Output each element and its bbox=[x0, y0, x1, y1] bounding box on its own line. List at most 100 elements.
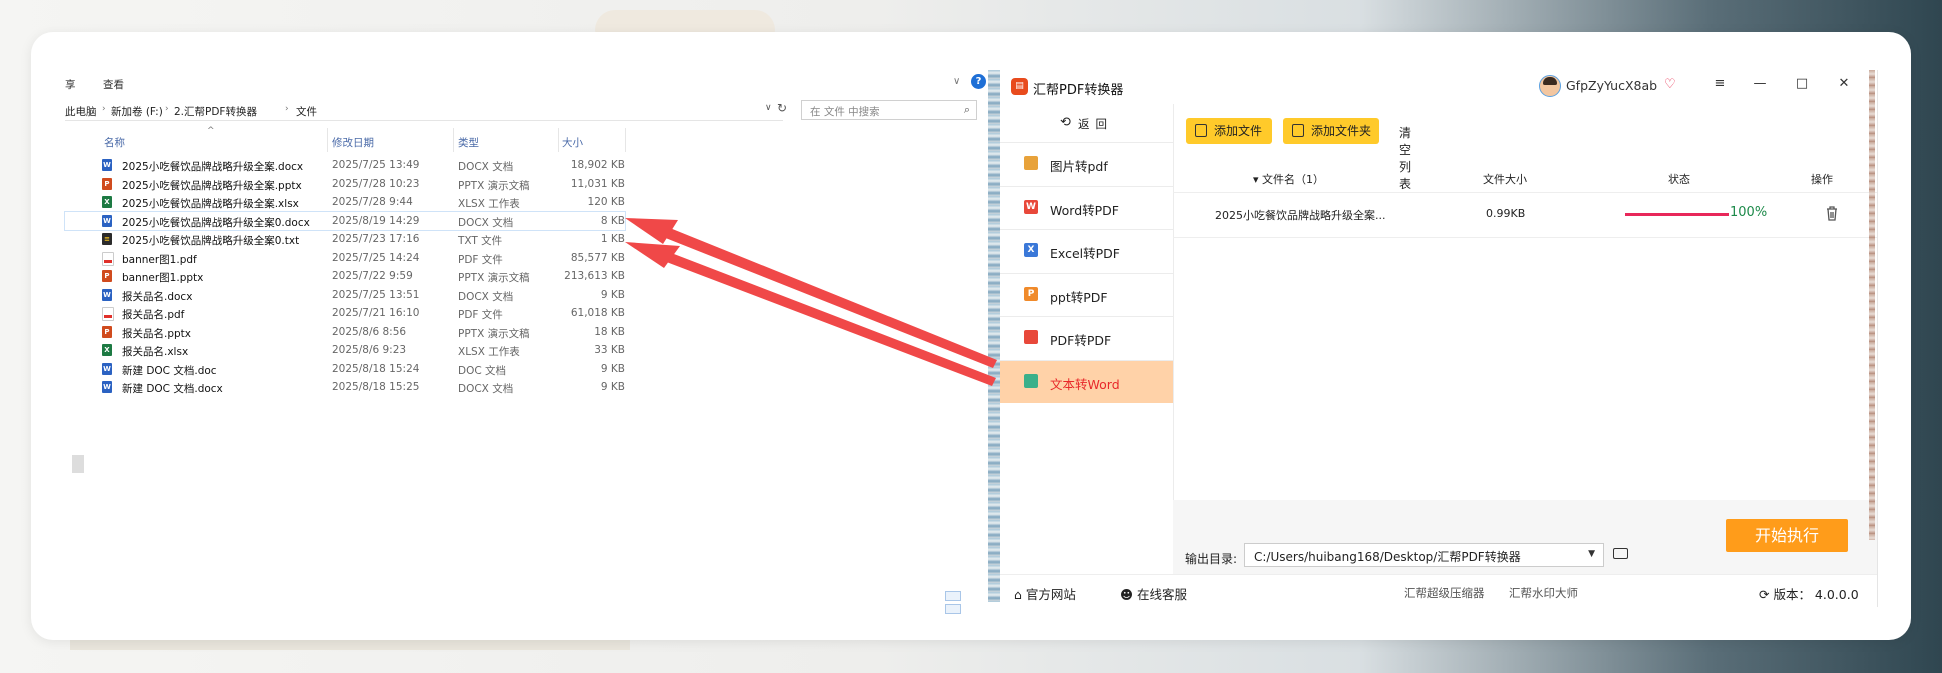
chevron-down-icon[interactable]: ∨ bbox=[765, 103, 772, 113]
background-strip bbox=[1869, 70, 1875, 540]
menu-view[interactable]: 查看 bbox=[103, 77, 124, 92]
column-divider[interactable] bbox=[327, 128, 328, 152]
pptx-file-icon: P bbox=[102, 325, 112, 338]
file-row[interactable]: W 新建 DOC 文档.doc 2025/8/18 15:24 DOC 文档 9 KB bbox=[65, 360, 625, 379]
website-link[interactable]: ⌂ 官方网站 bbox=[1014, 584, 1076, 603]
help-icon[interactable]: ? bbox=[971, 74, 986, 89]
column-divider[interactable] bbox=[453, 128, 454, 152]
footer-bar: ⌂ 官方网站 ☻ 在线客服 汇帮超级压缩器 汇帮水印大师 ⟳ 版本： 4.0.0… bbox=[1000, 574, 1877, 608]
file-row[interactable]: X 2025小吃餐饮品牌战略升级全案.xlsx 2025/7/28 9:44 XLSX… bbox=[65, 193, 625, 212]
add-file-button[interactable]: 添加文件 bbox=[1186, 118, 1272, 144]
app-title: 汇帮PDF转换器 bbox=[1033, 83, 1124, 98]
breadcrumb-drive[interactable]: 新加卷 (F:) bbox=[111, 104, 163, 119]
trash-icon[interactable] bbox=[1825, 205, 1839, 221]
refresh-icon[interactable]: ↻ bbox=[777, 101, 787, 115]
column-header-date[interactable]: 修改日期 bbox=[332, 135, 374, 150]
file-name: 报关品名.pptx bbox=[122, 327, 191, 340]
add-folder-label: 添加文件夹 bbox=[1311, 124, 1372, 138]
file-row[interactable]: Pbanner图1.pptx 2025/7/22 9:59 PPTX 演示文稿 213… bbox=[65, 267, 625, 286]
file-date: 2025/8/6 8:56 bbox=[332, 325, 407, 338]
nav-item[interactable]: X Excel转PDF bbox=[1000, 229, 1173, 272]
file-list: W 2025小吃餐饮品牌战略升级全案.docx 2025/7/25 13:49 DOC… bbox=[64, 156, 626, 397]
output-dir-select[interactable]: C:/Users/huibang168/Desktop/汇帮PDF转换器 ▼ bbox=[1244, 543, 1604, 567]
breadcrumb-separator-icon: › bbox=[102, 104, 106, 114]
breadcrumb-this-pc[interactable]: 此电脑 bbox=[65, 104, 97, 119]
nav-label: Word转PDF bbox=[1050, 202, 1119, 218]
details-view-icon[interactable] bbox=[945, 591, 961, 601]
file-name: banner图1.pptx bbox=[122, 272, 204, 284]
open-folder-icon[interactable] bbox=[1613, 548, 1628, 559]
add-folder-button[interactable]: 添加文件夹 bbox=[1283, 118, 1379, 144]
version-info[interactable]: ⟳ 版本： 4.0.0.0 bbox=[1759, 584, 1859, 603]
file-name: 报关品名.pdf bbox=[122, 309, 185, 321]
back-label: 返回 bbox=[1078, 117, 1113, 131]
nav-item[interactable]: Pppt转PDF bbox=[1000, 272, 1173, 316]
column-divider[interactable] bbox=[625, 128, 626, 152]
file-name: 2025小吃餐饮品牌战略升级全案0.txt bbox=[122, 235, 300, 247]
word-icon: W bbox=[1024, 199, 1038, 214]
xlsx-file-icon: X bbox=[102, 196, 112, 208]
file-row[interactable]: X 报关品名.xlsx 2025/8/6 9:23 XLSX 工作表 33 KB bbox=[65, 341, 625, 360]
file-type: XLSX 工作表 bbox=[458, 346, 520, 358]
nav-item[interactable]: 图片转pdf bbox=[1000, 142, 1173, 185]
nav-label: 图片转pdf bbox=[1050, 159, 1108, 174]
text-icon bbox=[1024, 373, 1038, 388]
view-mode-toggle[interactable] bbox=[945, 591, 979, 614]
pdf-icon bbox=[1024, 330, 1038, 344]
column-divider[interactable] bbox=[558, 128, 559, 152]
file-row[interactable]: banner图1.pdf 2025/7/25 14:24 PDF 文件 85,577 … bbox=[65, 249, 625, 268]
nav-label: ppt转PDF bbox=[1050, 289, 1108, 305]
nav-item[interactable]: W Word转PDF bbox=[1000, 185, 1173, 229]
maximize-icon[interactable]: □ bbox=[1792, 76, 1812, 91]
search-input[interactable]: 在 文件 中搜索 ⌕ bbox=[801, 100, 977, 120]
tiles-view-icon[interactable] bbox=[945, 604, 961, 614]
start-button[interactable]: 开始执行 bbox=[1726, 519, 1848, 552]
file-size: 9 KB bbox=[600, 381, 625, 393]
file-type: DOC 文档 bbox=[458, 364, 507, 377]
file-name: 2025小吃餐饮品牌战略升级全案.pptx bbox=[122, 179, 302, 192]
minimize-icon[interactable]: — bbox=[1750, 76, 1770, 91]
avatar[interactable] bbox=[1539, 75, 1561, 97]
close-icon[interactable]: ✕ bbox=[1834, 76, 1854, 91]
column-header-row: ^ 名称 修改日期 类型 大小 bbox=[65, 126, 626, 152]
output-dir-value: C:/Users/huibang168/Desktop/汇帮PDF转换器 bbox=[1254, 550, 1521, 564]
file-type: TXT 文件 bbox=[458, 235, 503, 247]
menu-share[interactable]: 享 bbox=[65, 77, 76, 92]
menu-icon[interactable]: ≡ bbox=[1710, 76, 1730, 91]
username[interactable]: GfpZyYucX8ab bbox=[1566, 78, 1657, 93]
file-row[interactable]: W 2025小吃餐饮品牌战略升级全案0.docx 2025/8/19 14:29 DO… bbox=[64, 210, 626, 231]
watermark-link[interactable]: 汇帮水印大师 bbox=[1509, 585, 1578, 601]
header-action: 操作 bbox=[1811, 173, 1833, 186]
file-row[interactable]: 报关品名.pdf 2025/7/21 16:10 PDF 文件 61,018 KB bbox=[65, 304, 625, 323]
back-button[interactable]: ⟲ 返回 bbox=[1000, 104, 1173, 142]
address-bar[interactable]: 此电脑 › 新加卷 (F:) › 2.汇帮PDF转换器 › 文件 ∨ bbox=[65, 100, 783, 121]
file-type: XLSX 工作表 bbox=[458, 198, 520, 210]
scroll-indicator[interactable] bbox=[72, 455, 84, 473]
column-header-name[interactable]: 名称 bbox=[104, 135, 125, 150]
column-header-type[interactable]: 类型 bbox=[458, 135, 479, 150]
vip-heart-icon[interactable]: ♡ bbox=[1664, 77, 1676, 92]
file-type: PPTX 演示文稿 bbox=[458, 327, 530, 340]
file-row[interactable]: P 2025小吃餐饮品牌战略升级全案.pptx 2025/7/28 10:23 PPT… bbox=[65, 175, 625, 194]
docx-file-icon: W bbox=[102, 381, 112, 393]
support-icon: ☻ bbox=[1120, 587, 1138, 602]
file-row[interactable]: W 2025小吃餐饮品牌战略升级全案.docx 2025/7/25 13:49 DOC… bbox=[65, 156, 625, 175]
compressor-link[interactable]: 汇帮超级压缩器 bbox=[1404, 585, 1485, 601]
docx-file-icon: W bbox=[102, 159, 112, 171]
chevron-down-icon[interactable]: ∨ bbox=[953, 76, 960, 87]
support-link[interactable]: ☻ 在线客服 bbox=[1120, 584, 1187, 603]
app-logo-icon: ▤ bbox=[1011, 78, 1028, 95]
file-row[interactable]: W 新建 DOC 文档.docx 2025/8/18 15:25 DOCX 文档 9 K… bbox=[65, 378, 625, 397]
file-row[interactable]: P 报关品名.pptx 2025/8/6 8:56 PPTX 演示文稿 18 KB bbox=[65, 323, 625, 342]
file-row[interactable]: W 报关品名.docx 2025/7/25 13:51 DOCX 文档 9 KB bbox=[65, 286, 625, 305]
header-filename[interactable]: ▾ 文件名（1） bbox=[1253, 171, 1324, 187]
breadcrumb-current[interactable]: 文件 bbox=[296, 104, 317, 119]
column-header-size[interactable]: 大小 bbox=[562, 135, 583, 150]
image-icon bbox=[1024, 156, 1038, 170]
nav-item[interactable]: 文本转Word bbox=[1000, 359, 1173, 403]
header-status: 状态 bbox=[1668, 173, 1690, 186]
task-row[interactable]: 2025小吃餐饮品牌战略升级全案... 0.99KB 100% bbox=[1173, 192, 1877, 238]
breadcrumb-folder[interactable]: 2.汇帮PDF转换器 bbox=[174, 104, 257, 119]
nav-item[interactable]: PDF转PDF bbox=[1000, 316, 1173, 359]
file-row[interactable]: ≡ 2025小吃餐饮品牌战略升级全案0.txt 2025/7/23 17:16 TXT… bbox=[65, 230, 625, 249]
